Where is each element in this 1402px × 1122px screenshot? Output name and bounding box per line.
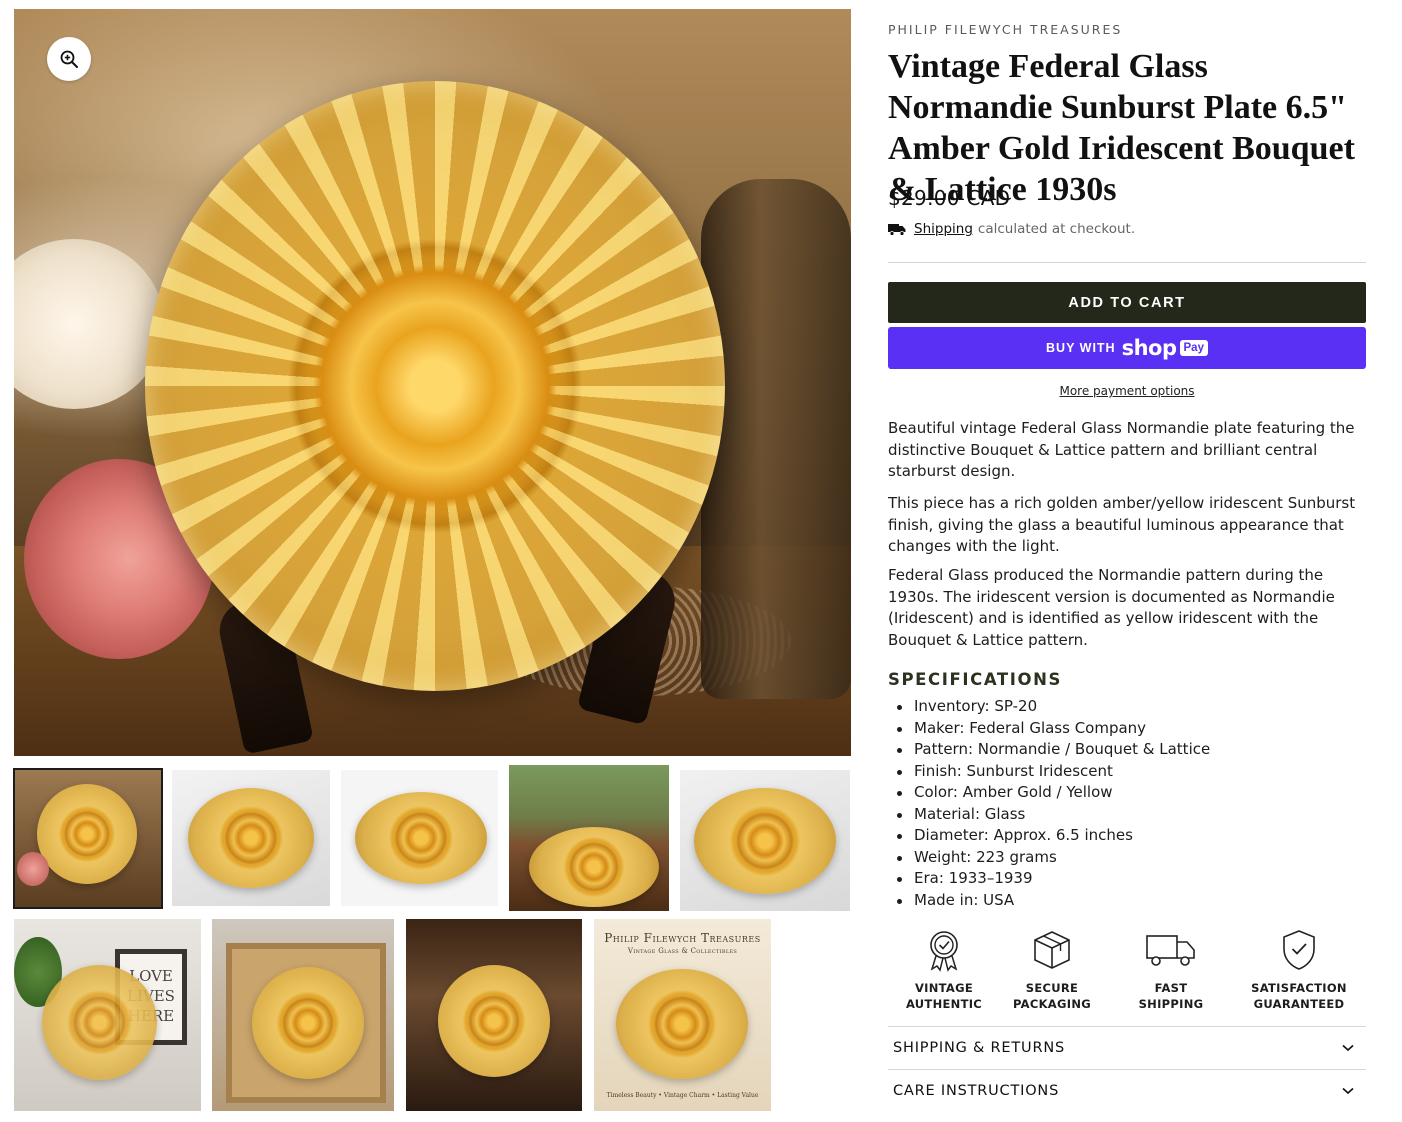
chevron-down-icon: [1342, 1044, 1354, 1052]
card-title: Philip Filewych Treasures: [604, 931, 761, 945]
accordion-label: CARE INSTRUCTIONS: [893, 1083, 1060, 1099]
truck-icon: [1146, 935, 1195, 966]
shield-check-icon: [1283, 930, 1315, 970]
badge-label: SECURE PACKAGING: [1012, 981, 1091, 1011]
card-footer: Timeless Beauty • Vintage Charm • Lastin…: [606, 1092, 759, 1099]
thumbnail-5[interactable]: [680, 770, 850, 911]
truck-icon: [888, 222, 906, 236]
zoom-button[interactable]: [47, 37, 91, 81]
shop-logo: shop: [1121, 336, 1177, 360]
description-paragraph-3: Federal Glass produced the Normandie pat…: [888, 566, 1335, 649]
more-payment-options-link[interactable]: More payment options: [888, 384, 1366, 398]
badge-vintage-authentic: VINTAGE AUTHENTIC: [896, 928, 992, 1012]
description-paragraph-1: Beautiful vintage Federal Glass Normandi…: [888, 419, 1355, 480]
shipping-note: Shipping calculated at checkout.: [888, 221, 1135, 237]
card-subtitle: Vintage Glass & Collectibles: [627, 947, 738, 955]
zoom-in-icon: [60, 50, 78, 68]
specifications-heading: SPECIFICATIONS: [888, 670, 1063, 689]
accordion-shipping-returns[interactable]: SHIPPING & RETURNS: [888, 1026, 1366, 1069]
spec-item: Made in: USA: [896, 890, 1210, 912]
vendor-name[interactable]: PHILIP FILEWYCH TREASURES: [888, 22, 1122, 37]
thumbnail-8[interactable]: [406, 919, 582, 1111]
accordion-care-instructions[interactable]: CARE INSTRUCTIONS: [888, 1069, 1366, 1112]
chevron-down-icon: [1342, 1087, 1354, 1095]
package-box-icon: [1034, 931, 1070, 969]
award-ribbon-icon: [930, 931, 958, 972]
product-price: $29.00 CAD: [888, 186, 1011, 210]
spec-item: Diameter: Approx. 6.5 inches: [896, 825, 1210, 847]
badge-secure-packaging: SECURE PACKAGING: [1004, 928, 1100, 1012]
thumbnail-1[interactable]: [13, 768, 163, 909]
brass-candlestick: [701, 179, 851, 699]
spec-item: Material: Glass: [896, 804, 1210, 826]
shop-pay-button[interactable]: BUY WITH shop Pay: [888, 327, 1366, 369]
badge-label: FAST SHIPPING: [1138, 981, 1204, 1011]
badge-fast-shipping: FAST SHIPPING: [1123, 928, 1219, 1012]
spec-item: Color: Amber Gold / Yellow: [896, 782, 1210, 804]
amber-plate: [145, 81, 725, 691]
spec-item: Pattern: Normandie / Bouquet & Lattice: [896, 739, 1210, 761]
thumbnail-2[interactable]: [172, 770, 330, 906]
add-to-cart-button[interactable]: ADD TO CART: [888, 282, 1366, 323]
white-rose: [14, 239, 164, 409]
badge-label: SATISFACTION GUARANTEED: [1251, 981, 1347, 1011]
spec-item: Era: 1933–1939: [896, 868, 1210, 890]
badge-satisfaction-guaranteed: SATISFACTION GUARANTEED: [1242, 928, 1356, 1012]
main-product-image[interactable]: [14, 9, 851, 756]
badge-label: VINTAGE AUTHENTIC: [905, 981, 983, 1011]
thumbnail-6[interactable]: LOVELIVESHERE: [14, 919, 201, 1111]
thumbnail-3[interactable]: [341, 770, 498, 906]
spec-item: Finish: Sunburst Iridescent: [896, 761, 1210, 783]
thumbnail-7[interactable]: [212, 919, 394, 1111]
spec-item: Inventory: SP-20: [896, 696, 1210, 718]
thumbnail-9[interactable]: Philip Filewych Treasures Vintage Glass …: [594, 919, 771, 1111]
divider: [888, 262, 1366, 263]
thumbnail-4[interactable]: [509, 765, 669, 911]
description-paragraph-2: This piece has a rich golden amber/yello…: [888, 494, 1356, 555]
buy-with-label: BUY WITH: [1046, 341, 1116, 355]
spec-item: Weight: 223 grams: [896, 847, 1210, 869]
specifications-list: Inventory: SP-20 Maker: Federal Glass Co…: [896, 696, 1210, 912]
accordion-label: SHIPPING & RETURNS: [893, 1040, 1065, 1056]
pay-logo: Pay: [1179, 340, 1208, 356]
shipping-text: calculated at checkout.: [977, 221, 1136, 237]
trust-badges: VINTAGE AUTHENTIC SECURE PACKAGING FAST …: [888, 928, 1366, 1018]
spec-item: Maker: Federal Glass Company: [896, 718, 1210, 740]
shipping-link[interactable]: Shipping: [914, 221, 973, 237]
